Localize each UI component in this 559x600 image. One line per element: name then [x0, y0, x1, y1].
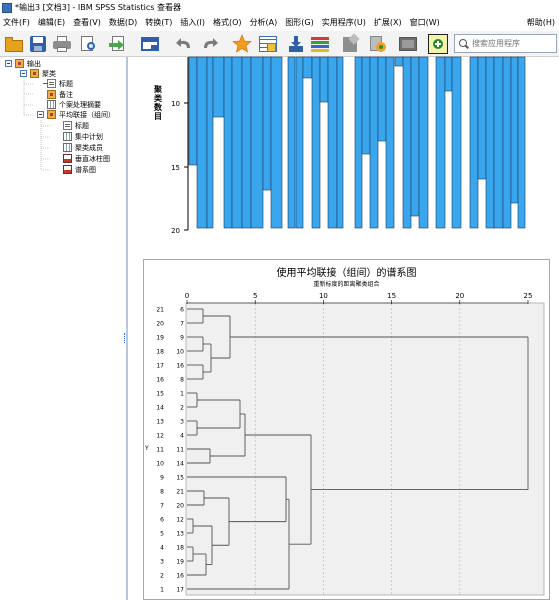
menu-item[interactable]: 图形(G)	[281, 17, 317, 28]
window-title: *输出3 [文档3] - IBM SPSS Statistics 查看器	[15, 3, 181, 12]
goto-data-icon[interactable]	[232, 34, 252, 54]
save-icon[interactable]	[28, 34, 48, 54]
print-preview-icon[interactable]	[78, 34, 98, 54]
dendrogram-y-label: Y	[145, 445, 149, 452]
demote-icon[interactable]	[368, 34, 388, 54]
menu-item[interactable]: 编辑(E)	[34, 17, 69, 28]
goto-variable-icon[interactable]	[258, 34, 278, 54]
dendrogram-title: 使用平均联接（组间）的谱系图	[276, 268, 417, 279]
menu-item[interactable]: 扩展(X)	[370, 17, 406, 28]
outline-tree-lines	[23, 78, 50, 171]
insert-output-icon[interactable]	[286, 34, 306, 54]
print-icon[interactable]	[52, 34, 72, 54]
search-box[interactable]	[454, 34, 557, 53]
menu-item[interactable]: 帮助(H)	[523, 17, 559, 28]
spss-app-icon	[2, 2, 12, 13]
menu-item[interactable]: 文件(F)	[0, 17, 34, 28]
menu-item[interactable]: 格式(O)	[209, 17, 246, 28]
icicle-y-axis-label: 聚类数目	[154, 85, 162, 121]
title-bar: *输出3 [文档3] - IBM SPSS Statistics 查看器	[0, 0, 559, 15]
menu-item[interactable]: 窗口(W)	[406, 17, 444, 28]
designate-window-icon[interactable]	[310, 34, 330, 54]
export-icon[interactable]	[108, 34, 128, 54]
hide-icon[interactable]	[398, 34, 418, 54]
dendrogram-subtitle: 重新标度的距离聚类组合	[313, 281, 380, 288]
menu-bar: 文件(F) 编辑(E) 查看(V) 数据(D) 转换(T) 插入(I) 格式(O) 分析(A)…	[0, 15, 559, 30]
menu-item[interactable]: 插入(I)	[176, 17, 209, 28]
menu-item[interactable]: 数据(D)	[105, 17, 141, 28]
menu-item[interactable]: 查看(V)	[69, 17, 105, 28]
show-icon[interactable]	[428, 34, 448, 54]
menu-item[interactable]: 分析(A)	[246, 17, 282, 28]
recall-dialog-icon[interactable]	[140, 34, 160, 54]
outline-pane: 输出 聚类 标题 备注 个案处理摘要 平均联接（组间） 标题 集中计划 聚类成员 垂直冰柱图 谱系图	[0, 57, 126, 600]
promote-icon[interactable]	[340, 33, 360, 54]
menu-item[interactable]: 转换(T)	[141, 17, 176, 28]
search-input[interactable]	[472, 39, 554, 48]
redo-icon[interactable]	[200, 34, 220, 54]
undo-icon[interactable]	[174, 34, 194, 54]
menu-item[interactable]: 实用程序(U)	[318, 17, 370, 28]
search-icon[interactable]	[458, 38, 470, 50]
dendrogram-frame	[143, 259, 550, 600]
open-folder-icon[interactable]	[4, 34, 24, 54]
